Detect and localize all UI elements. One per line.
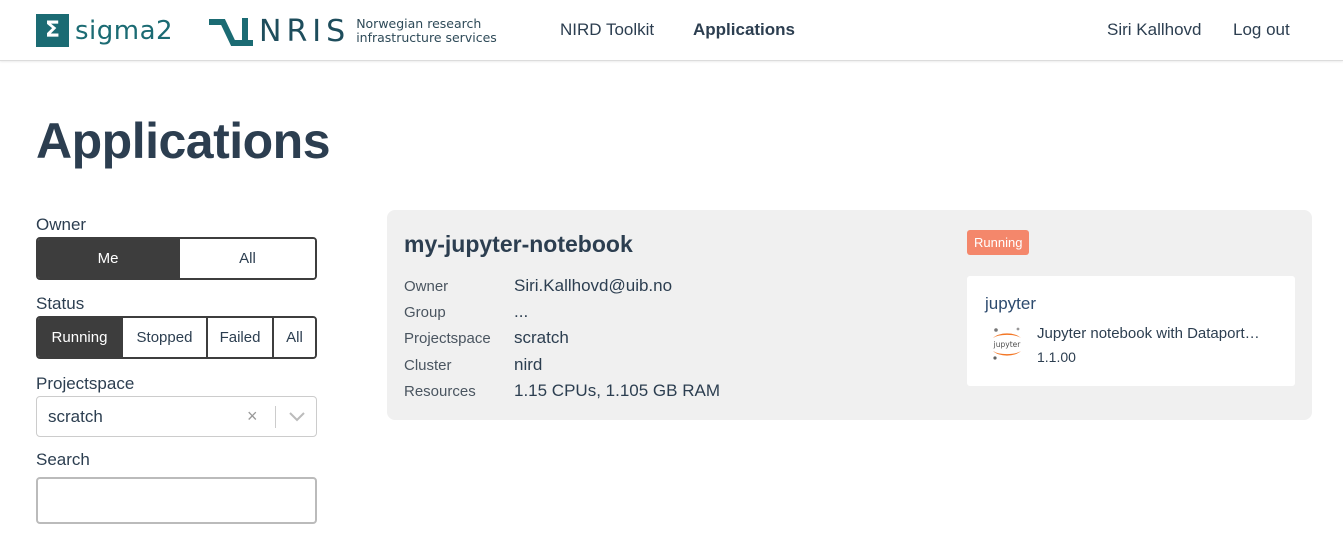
owner-label: Owner	[404, 278, 449, 295]
status-filter: Running Stopped Failed All	[36, 316, 317, 359]
nav-nird-toolkit[interactable]: NIRD Toolkit	[560, 20, 654, 40]
nav-applications[interactable]: Applications	[693, 20, 795, 40]
package-description: Jupyter notebook with Dataport…	[1037, 325, 1260, 342]
page-title: Applications	[36, 113, 331, 169]
cluster-label: Cluster	[404, 357, 452, 374]
owner-filter: Me All	[36, 237, 317, 280]
nris-tagline: Norwegian research infrastructure servic…	[356, 17, 497, 45]
status-failed-button[interactable]: Failed	[208, 318, 274, 357]
status-running-button[interactable]: Running	[38, 318, 123, 357]
owner-value: Siri.Kallhovd@uib.no	[514, 276, 673, 295]
sigma2-logo[interactable]: Σ sigma2	[36, 14, 173, 47]
status-stopped-button[interactable]: Stopped	[123, 318, 208, 357]
package-name: jupyter	[985, 294, 1037, 313]
projectspace-value: scratch	[514, 328, 569, 347]
jupyter-logo-text: jupyter	[993, 340, 1022, 349]
logout-link[interactable]: Log out	[1233, 20, 1290, 40]
application-name[interactable]: my-jupyter-notebook	[404, 231, 633, 258]
projectspace-select-value: scratch	[48, 407, 103, 426]
owner-filter-label: Owner	[36, 215, 87, 234]
nris-tagline-line-2: infrastructure services	[356, 30, 497, 45]
select-separator	[275, 406, 276, 428]
clear-icon[interactable]: ×	[247, 406, 258, 427]
status-filter-label: Status	[36, 294, 85, 313]
nris-wordmark: NRIS	[259, 13, 351, 49]
nris-tagline-line-1: Norwegian research	[356, 16, 482, 31]
nris-logo[interactable]: NRIS Norwegian research infrastructure s…	[207, 13, 497, 49]
resources-label: Resources	[404, 383, 476, 400]
projectspace-select[interactable]: scratch ×	[36, 396, 317, 437]
projectspace-filter-label: Projectspace	[36, 374, 135, 393]
cluster-value: nird	[514, 355, 543, 374]
package-version: 1.1.00	[1037, 349, 1076, 365]
owner-me-button[interactable]: Me	[38, 239, 180, 278]
sigma2-wordmark: sigma2	[75, 15, 174, 46]
sigma-icon: Σ	[36, 14, 69, 47]
search-input[interactable]	[36, 477, 317, 524]
status-all-button[interactable]: All	[274, 318, 315, 357]
owner-all-button[interactable]: All	[180, 239, 315, 278]
application-card[interactable]: my-jupyter-notebook Owner Siri.Kallhovd@…	[387, 210, 1312, 420]
jupyter-logo-icon: jupyter	[993, 327, 1022, 360]
top-navbar: Σ sigma2 NRIS Norwegian research infrast…	[0, 0, 1343, 61]
search-label: Search	[36, 450, 90, 469]
group-value: ...	[514, 302, 529, 321]
status-badge: Running	[967, 230, 1030, 255]
chevron-down-icon[interactable]	[287, 410, 307, 424]
group-label: Group	[404, 304, 446, 321]
nris-mark-icon	[209, 18, 253, 46]
package-box[interactable]: jupyter jupyter Jupyter notebook with Da…	[967, 276, 1295, 386]
user-menu[interactable]: Siri Kallhovd	[1107, 20, 1202, 40]
resources-value: 1.15 CPUs, 1.105 GB RAM	[514, 381, 720, 400]
projectspace-label: Projectspace	[404, 330, 491, 347]
